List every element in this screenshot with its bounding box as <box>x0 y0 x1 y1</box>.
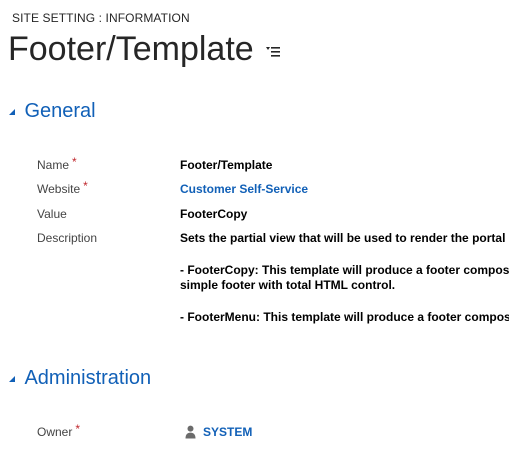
description-line[interactable]: - FooterCopy: This template will produce… <box>180 263 509 277</box>
caret-down-icon <box>8 103 16 121</box>
value-field[interactable]: FooterCopy <box>180 207 247 221</box>
description-line[interactable]: Sets the partial view that will be used … <box>180 231 505 245</box>
description-line[interactable]: simple footer with total HTML control. <box>180 278 395 292</box>
section-title-general: General <box>24 100 96 122</box>
section-header-general[interactable]: General <box>8 100 96 123</box>
website-link[interactable]: Customer Self-Service <box>180 182 308 196</box>
website-label-text: Website <box>37 182 81 196</box>
list-menu-icon[interactable] <box>266 44 281 62</box>
record-title-row: Footer/Template <box>8 30 281 69</box>
required-indicator: * <box>75 422 81 436</box>
name-label: Name * <box>37 155 77 172</box>
user-icon <box>185 425 196 439</box>
owner-label: Owner * <box>37 422 81 439</box>
name-label-text: Name <box>37 158 70 172</box>
owner-name-link[interactable]: SYSTEM <box>203 425 252 439</box>
caret-down-icon <box>8 370 16 388</box>
entity-type-label: SITE SETTING : INFORMATION <box>12 11 190 25</box>
value-label: Value <box>37 207 67 221</box>
section-header-administration[interactable]: Administration <box>8 367 151 390</box>
form-page: SITE SETTING : INFORMATION Footer/Templa… <box>0 0 509 459</box>
website-label: Website * <box>37 179 88 196</box>
required-indicator: * <box>83 179 88 193</box>
description-label: Description <box>37 231 98 245</box>
description-line[interactable]: - FooterMenu: This template will produce… <box>180 310 509 324</box>
required-indicator: * <box>72 155 77 169</box>
owner-label-text: Owner <box>37 425 73 439</box>
record-title: Footer/Template <box>8 30 254 68</box>
section-title-administration: Administration <box>24 367 152 389</box>
name-value[interactable]: Footer/Template <box>180 158 272 172</box>
owner-lookup[interactable]: SYSTEM <box>185 423 252 441</box>
